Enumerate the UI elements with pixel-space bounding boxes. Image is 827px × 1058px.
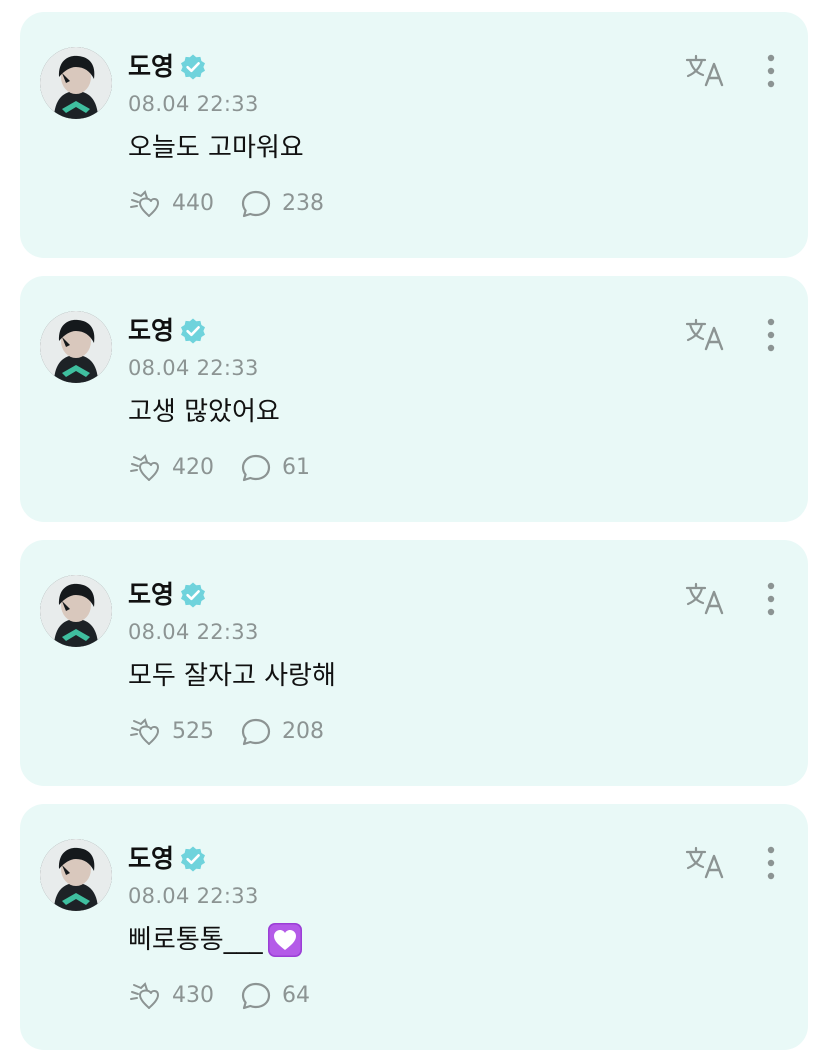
comment-count: 238 <box>282 191 324 216</box>
post-timestamp: 08.04 22:33 <box>128 92 259 116</box>
more-vertical-icon <box>756 318 786 360</box>
translate-button[interactable] <box>684 581 728 617</box>
author-name[interactable]: 도영 <box>128 578 174 612</box>
post-text: 오늘도 고마워요 <box>128 130 304 166</box>
post-text-content: 모두 잘자고 사랑해 <box>128 661 336 691</box>
post-text: 삐로통통___ <box>128 922 303 958</box>
more-vertical-icon <box>756 54 786 96</box>
post-card[interactable]: 도영 08.04 22:33 고생 많았어요 420 61 <box>20 276 808 522</box>
comment-count: 64 <box>282 983 310 1008</box>
more-options-button[interactable] <box>756 580 786 620</box>
translate-button[interactable] <box>684 845 728 881</box>
verified-badge-icon <box>179 53 207 81</box>
translate-button[interactable] <box>684 53 728 89</box>
post-timestamp: 08.04 22:33 <box>128 356 259 380</box>
verified-badge-icon <box>179 845 207 873</box>
post-timestamp: 08.04 22:33 <box>128 884 259 908</box>
like-icon <box>128 189 162 219</box>
post-text-content: 고생 많았어요 <box>128 397 280 427</box>
author-name[interactable]: 도영 <box>128 314 174 348</box>
like-button[interactable]: 440 <box>128 189 214 219</box>
post-text: 고생 많았어요 <box>128 394 280 430</box>
comment-count: 61 <box>282 455 310 480</box>
author-name[interactable]: 도영 <box>128 842 174 876</box>
author-row: 도영 <box>128 578 207 612</box>
comment-icon <box>240 189 272 219</box>
post-timestamp: 08.04 22:33 <box>128 620 259 644</box>
avatar[interactable] <box>40 311 112 383</box>
post-text-content: 오늘도 고마워요 <box>128 133 304 163</box>
like-button[interactable]: 430 <box>128 981 214 1011</box>
more-options-button[interactable] <box>756 844 786 884</box>
post-feed: 도영 08.04 22:33 오늘도 고마워요 440 238 도영 08.04… <box>0 0 827 1058</box>
comment-icon <box>240 453 272 483</box>
translate-icon <box>684 582 728 621</box>
like-count: 430 <box>172 983 214 1008</box>
like-count: 440 <box>172 191 214 216</box>
post-stats: 440 238 <box>128 187 324 221</box>
like-icon <box>128 717 162 747</box>
avatar[interactable] <box>40 47 112 119</box>
like-count: 420 <box>172 455 214 480</box>
author-row: 도영 <box>128 842 207 876</box>
post-card[interactable]: 도영 08.04 22:33 모두 잘자고 사랑해 525 208 <box>20 540 808 786</box>
post-text: 모두 잘자고 사랑해 <box>128 658 336 694</box>
comment-icon <box>240 717 272 747</box>
translate-icon <box>684 54 728 93</box>
comment-count: 208 <box>282 719 324 744</box>
like-button[interactable]: 420 <box>128 453 214 483</box>
comment-button[interactable]: 208 <box>240 717 324 747</box>
comment-icon <box>240 981 272 1011</box>
more-options-button[interactable] <box>756 52 786 92</box>
avatar[interactable] <box>40 839 112 911</box>
more-options-button[interactable] <box>756 316 786 356</box>
more-vertical-icon <box>756 582 786 624</box>
post-stats: 430 64 <box>128 979 310 1013</box>
post-stats: 525 208 <box>128 715 324 749</box>
comment-button[interactable]: 238 <box>240 189 324 219</box>
translate-icon <box>684 318 728 357</box>
like-icon <box>128 453 162 483</box>
verified-badge-icon <box>179 581 207 609</box>
comment-button[interactable]: 61 <box>240 453 310 483</box>
post-text-content: 삐로통통___ <box>128 925 263 955</box>
more-vertical-icon <box>756 846 786 888</box>
author-name[interactable]: 도영 <box>128 50 174 84</box>
like-button[interactable]: 525 <box>128 717 214 747</box>
translate-button[interactable] <box>684 317 728 353</box>
post-stats: 420 61 <box>128 451 310 485</box>
author-row: 도영 <box>128 314 207 348</box>
author-row: 도영 <box>128 50 207 84</box>
avatar[interactable] <box>40 575 112 647</box>
post-card[interactable]: 도영 08.04 22:33 오늘도 고마워요 440 238 <box>20 12 808 258</box>
like-icon <box>128 981 162 1011</box>
translate-icon <box>684 846 728 885</box>
heart-emoji <box>267 922 303 958</box>
post-card[interactable]: 도영 08.04 22:33 삐로통통___ 430 64 <box>20 804 808 1050</box>
like-count: 525 <box>172 719 214 744</box>
comment-button[interactable]: 64 <box>240 981 310 1011</box>
verified-badge-icon <box>179 317 207 345</box>
